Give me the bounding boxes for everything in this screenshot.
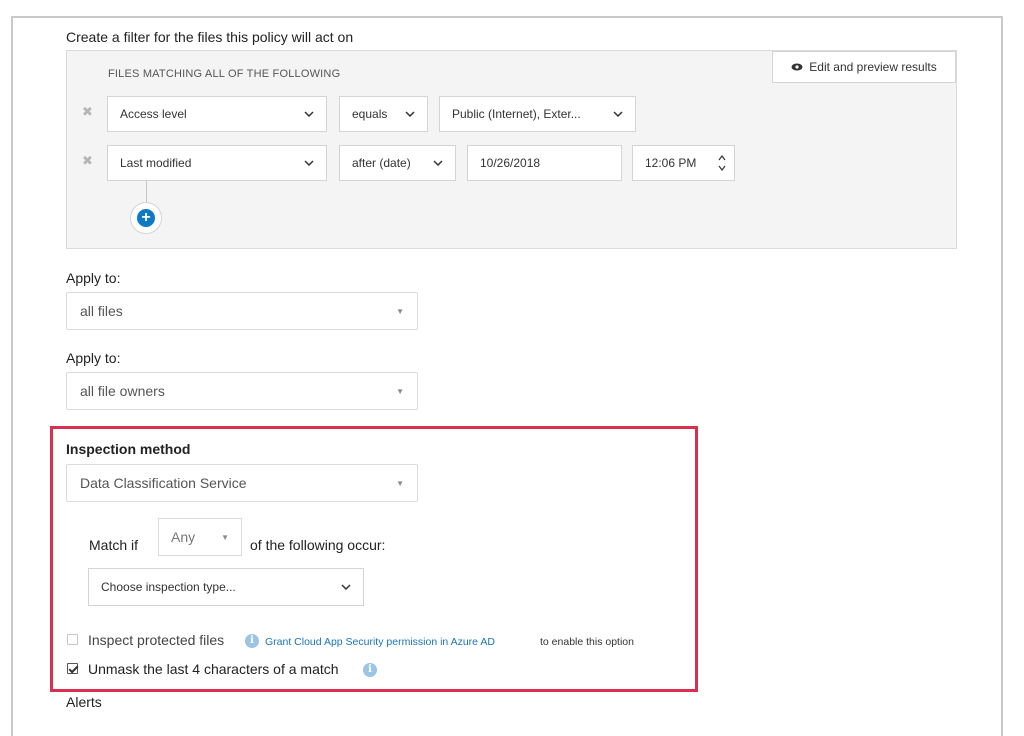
date-input[interactable]: 10/26/2018 [467,145,622,181]
inspect-protected-label: Inspect protected files [88,632,225,648]
value-select-access[interactable]: Public (Internet), Exter... [439,96,636,132]
unmask-label: Unmask the last 4 characters of a match [88,661,339,677]
edit-preview-button[interactable]: Edit and preview results [772,51,956,83]
info-icon[interactable]: i [363,663,377,677]
operator-select-label: equals [352,107,388,121]
eye-icon [791,63,803,71]
edit-preview-label: Edit and preview results [809,60,937,74]
filter-panel: FILES MATCHING ALL OF THE FOLLOWING Edit… [66,50,957,249]
apply-files-select[interactable]: all files ▼ [66,292,418,330]
apply-files-value: all files [80,303,123,319]
time-value: 12:06 PM [645,156,697,170]
chevron-down-icon [341,584,351,590]
remove-icon[interactable]: ✖ [82,104,93,120]
inspection-type-select[interactable]: Choose inspection type... [88,568,364,606]
field-select-access-level[interactable]: Access level [107,96,327,132]
panel-title: FILES MATCHING ALL OF THE FOLLOWING [108,68,341,80]
inspection-method-select[interactable]: Data Classification Service ▼ [66,464,418,502]
operator-select-equals[interactable]: equals [339,96,428,132]
enable-option-text: to enable this option [540,636,634,648]
grant-permission-link[interactable]: Grant Cloud App Security permission in A… [265,636,495,648]
caret-down-icon: ▼ [396,478,404,488]
remove-icon[interactable]: ✖ [82,153,93,169]
match-any-select[interactable]: Any ▼ [158,518,242,556]
chevron-down-icon [613,111,623,117]
field-select-label: Last modified [120,156,192,170]
inspection-method-value: Data Classification Service [80,475,247,491]
add-condition-button[interactable]: + [130,202,162,234]
apply-files-label: Apply to: [66,270,121,286]
chevron-down-icon [304,160,314,166]
chevron-down-icon [304,111,314,117]
caret-down-icon: ▼ [396,386,404,396]
filter-heading: Create a filter for the files this polic… [66,29,354,45]
operator-select-label: after (date) [352,156,411,170]
inspection-heading: Inspection method [66,441,191,457]
apply-owners-label: Apply to: [66,350,121,366]
field-select-label: Access level [120,107,187,121]
chevron-down-icon [405,111,415,117]
date-value: 10/26/2018 [480,156,541,170]
match-if-label: Match if [89,537,139,553]
operator-select-after-date[interactable]: after (date) [339,145,456,181]
time-input[interactable]: 12:06 PM [632,145,735,181]
caret-down-icon: ▼ [396,306,404,316]
inspect-protected-checkbox[interactable] [67,634,78,645]
chevron-down-icon [433,160,443,166]
caret-down-icon: ▼ [221,532,229,542]
spinner-icon[interactable] [718,154,726,172]
alerts-heading: Alerts [66,694,102,710]
inspection-type-placeholder: Choose inspection type... [101,580,236,594]
unmask-checkbox[interactable] [67,663,78,674]
info-icon[interactable]: i [245,634,259,648]
apply-owners-select[interactable]: all file owners ▼ [66,372,418,410]
tree-connector [146,181,147,203]
value-select-label: Public (Internet), Exter... [452,107,581,121]
field-select-last-modified[interactable]: Last modified [107,145,327,181]
apply-owners-value: all file owners [80,383,165,399]
match-any-value: Any [171,529,196,545]
match-suffix-label: of the following occur: [250,537,386,553]
plus-icon: + [137,209,155,227]
